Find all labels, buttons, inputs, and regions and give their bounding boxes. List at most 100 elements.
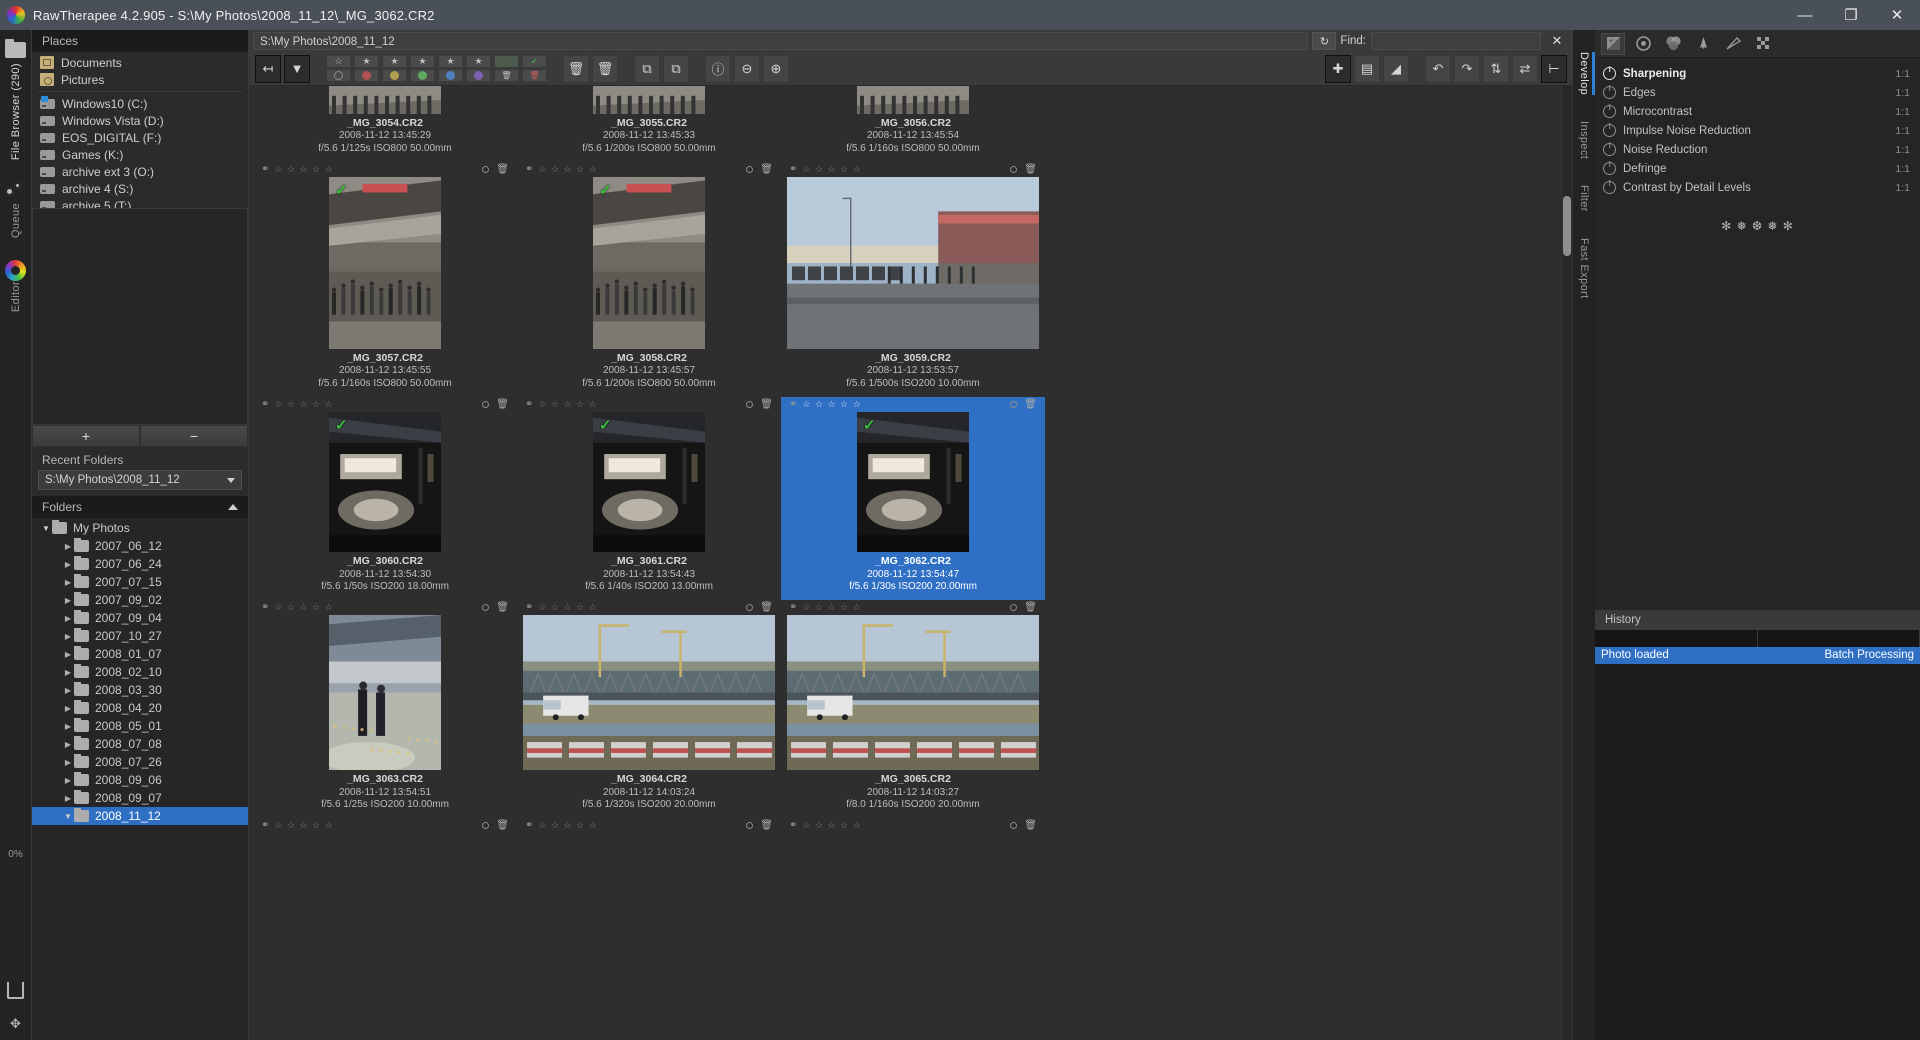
rating-stars[interactable]: ☆ ☆ ☆ ☆ ☆: [802, 602, 861, 613]
trash-icon[interactable]: 🗑: [1024, 602, 1037, 613]
chevron-right-icon[interactable]: ▶: [62, 722, 74, 731]
edited-check-icon[interactable]: ✓: [522, 55, 547, 68]
trash-filter-icon[interactable]: 🗑: [494, 69, 519, 82]
thumbnail-cell[interactable]: _MG_3056.CR2 2008-11-12 13:45:54 f/5.6 1/1…: [781, 86, 1045, 162]
trash-icon[interactable]: 🗑: [563, 54, 589, 83]
color-label-icon[interactable]: [746, 822, 754, 830]
power-toggle-icon[interactable]: [1603, 86, 1616, 99]
link-icon[interactable]: ⚭: [261, 399, 269, 410]
label-blue-button[interactable]: [438, 69, 463, 82]
rating-stars[interactable]: ☆ ☆ ☆ ☆ ☆: [274, 602, 333, 613]
vtab-queue[interactable]: Queue: [4, 174, 27, 238]
rating-0-button[interactable]: ☆: [326, 55, 351, 68]
rating-1-button[interactable]: ★: [354, 55, 379, 68]
trash-icon[interactable]: 🗑: [1024, 164, 1037, 175]
rating-stars[interactable]: ☆ ☆ ☆ ☆ ☆: [802, 399, 861, 410]
thumbnail-image-wrap[interactable]: ✓: [519, 412, 779, 553]
thumbnail-image-wrap[interactable]: [255, 615, 515, 771]
link-icon[interactable]: ⚭: [261, 602, 269, 613]
thumbnail-cell[interactable]: ⚭ ☆ ☆ ☆ ☆ ☆ 🗑 _MG_3064.CR2 2008-11-12 14:03:…: [517, 600, 781, 818]
rating-3-button[interactable]: ★: [410, 55, 435, 68]
thumbnail-preview[interactable]: [329, 615, 441, 771]
thumbnail-cell[interactable]: ⚭ ☆ ☆ ☆ ☆ ☆ 🗑 ✓ _MG_3061.CR2 2008-11-12 13:54…: [517, 397, 781, 600]
thumbnail-image-wrap[interactable]: ✓: [255, 177, 515, 350]
exposure-icon[interactable]: +: [1601, 32, 1625, 55]
thumbnail-cell[interactable]: ⚭ ☆ ☆ ☆ ☆ ☆ 🗑 ✓ _MG_3058.CR2 2008-11-12 13:45…: [517, 162, 781, 397]
thumbnail-cell[interactable]: ⚭ ☆ ☆ ☆ ☆ ☆ 🗑: [253, 818, 517, 833]
folder-tree-item[interactable]: ▶ 2008_02_10: [32, 663, 248, 681]
color-label-icon[interactable]: [482, 604, 490, 612]
link-icon[interactable]: ⚭: [525, 820, 533, 831]
folder-tree-item[interactable]: ▶ 2007_09_02: [32, 591, 248, 609]
chevron-right-icon[interactable]: ▶: [62, 758, 74, 767]
color-label-icon[interactable]: [482, 401, 490, 409]
color-label-icon[interactable]: [1010, 166, 1018, 174]
filter-rating-unrated[interactable]: ☆: [326, 55, 351, 82]
remove-place-button[interactable]: −: [140, 425, 248, 447]
color-label-icon[interactable]: [1010, 604, 1018, 612]
power-toggle-icon[interactable]: [1603, 162, 1616, 175]
link-icon[interactable]: ⚭: [525, 399, 533, 410]
add-place-button[interactable]: +: [32, 425, 140, 447]
folder-tree-item[interactable]: ▶ 2007_09_04: [32, 609, 248, 627]
thumbnail-preview[interactable]: [523, 615, 775, 771]
thumbnail-area[interactable]: _MG_3054.CR2 2008-11-12 13:45:29 f/5.6 1/1…: [249, 86, 1573, 1040]
tab-fast-export[interactable]: Fast Export: [1578, 238, 1590, 299]
folder-tree-item[interactable]: ▶ 2007_06_12: [32, 537, 248, 555]
thumbnail-image-wrap[interactable]: [783, 177, 1043, 350]
book-icon[interactable]: [7, 982, 24, 999]
rating-2-button[interactable]: ★: [382, 55, 407, 68]
folder-tree-item[interactable]: ▶ 2008_03_30: [32, 681, 248, 699]
trash-icon[interactable]: 🗑: [760, 164, 773, 175]
power-toggle-icon[interactable]: [1603, 105, 1616, 118]
place-archive-5-t[interactable]: archive 5 (T:): [32, 197, 248, 208]
place-windows-vista-d[interactable]: Windows Vista (D:): [32, 112, 248, 129]
place-eos-digital-f[interactable]: EOS_DIGITAL (F:): [32, 129, 248, 146]
copy-profile-icon[interactable]: ⧉: [634, 54, 660, 83]
rating-stars[interactable]: ☆ ☆ ☆ ☆ ☆: [538, 820, 597, 831]
folder-tree-item[interactable]: ▶ 2007_06_24: [32, 555, 248, 573]
thumbnail-preview[interactable]: [593, 86, 705, 114]
label-purple-button[interactable]: [466, 69, 491, 82]
chevron-down-icon[interactable]: ▼: [62, 812, 74, 821]
folder-tree-item[interactable]: ▶ 2008_04_20: [32, 699, 248, 717]
chevron-down-icon[interactable]: ▼: [40, 524, 52, 533]
tool-row[interactable]: Noise Reduction 1:1: [1595, 140, 1920, 159]
recent-folders-combo[interactable]: S:\My Photos\2008_11_12: [38, 470, 242, 490]
rating-stars[interactable]: ☆ ☆ ☆ ☆ ☆: [802, 820, 861, 831]
color-label-icon[interactable]: [746, 604, 754, 612]
vtab-editor[interactable]: Editor: [4, 252, 27, 312]
thumbnail-image-wrap[interactable]: ✓: [783, 412, 1043, 553]
place-archive-4-s[interactable]: archive 4 (S:): [32, 180, 248, 197]
trash-icon[interactable]: 🗑: [496, 602, 509, 613]
rating-stars[interactable]: ☆ ☆ ☆ ☆ ☆: [802, 164, 861, 175]
trash-icon[interactable]: 🗑: [1024, 399, 1037, 410]
funnel-clear-icon[interactable]: ▼: [284, 54, 310, 83]
trash-icon[interactable]: 🗑: [496, 399, 509, 410]
close-icon[interactable]: ✕: [1545, 32, 1569, 50]
filter-edited-group[interactable]: ✓ 🗑: [522, 55, 547, 82]
tab-filter[interactable]: Filter: [1578, 185, 1590, 212]
return-arrow-icon[interactable]: ↤: [255, 54, 281, 83]
link-icon[interactable]: ⚭: [789, 399, 797, 410]
folder-tree-item[interactable]: ▶ 2007_10_27: [32, 627, 248, 645]
thumbnail-cell[interactable]: ⚭ ☆ ☆ ☆ ☆ ☆ 🗑 _MG_3065.CR2 2008-11-12 14:03:…: [781, 600, 1045, 818]
label-red-button[interactable]: [354, 69, 379, 82]
thumbnail-image-wrap[interactable]: [783, 615, 1043, 771]
thumbnail-cell[interactable]: ⚭ ☆ ☆ ☆ ☆ ☆ 🗑 ✓ _MG_3060.CR2 2008-11-12 13:54…: [253, 397, 517, 600]
label-none-button[interactable]: [326, 69, 351, 82]
chevron-right-icon[interactable]: ▶: [62, 560, 74, 569]
color-icon[interactable]: [1661, 33, 1685, 55]
chevron-right-icon[interactable]: ▶: [62, 542, 74, 551]
unedited-icon[interactable]: [494, 55, 519, 68]
link-icon[interactable]: ⚭: [789, 602, 797, 613]
trash-filter-red-icon[interactable]: 🗑: [522, 69, 547, 82]
folder-tree[interactable]: ▼ My Photos ▶ 2007_06_12 ▶ 2007_06_24 ▶ 2007_07…: [32, 518, 248, 1040]
straighten-icon[interactable]: ◢: [1383, 54, 1409, 83]
chevron-up-icon[interactable]: [228, 504, 238, 510]
thumbnail-image-wrap[interactable]: ✓: [519, 177, 779, 350]
color-label-icon[interactable]: [482, 822, 490, 830]
trash-icon[interactable]: 🗑: [496, 164, 509, 175]
thumbnail-cell[interactable]: _MG_3055.CR2 2008-11-12 13:45:33 f/5.6 1/2…: [517, 86, 781, 162]
maximize-button[interactable]: ❐: [1828, 0, 1874, 30]
